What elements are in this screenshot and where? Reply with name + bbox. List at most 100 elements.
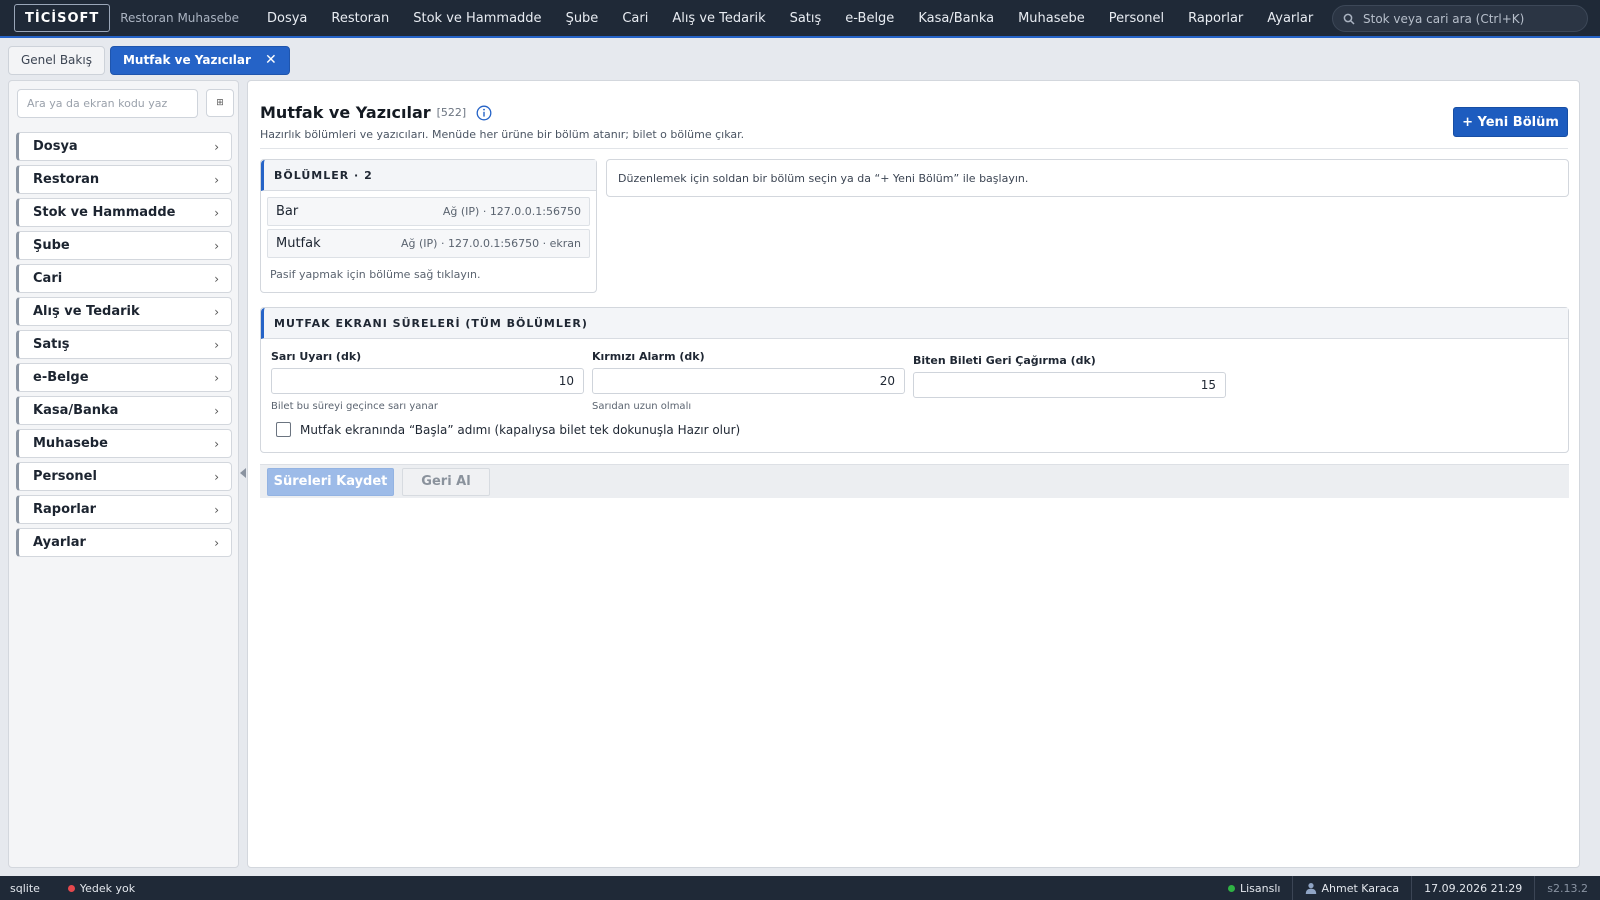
action-bar: Süreleri Kaydet Geri Al	[260, 464, 1569, 498]
user-icon	[1305, 882, 1317, 894]
global-search[interactable]	[1332, 5, 1588, 32]
license-status: Lisanslı	[1216, 876, 1292, 900]
search-icon	[1343, 13, 1355, 25]
chevron-right-icon: ›	[214, 535, 219, 550]
section-meta: Ağ (IP) · 127.0.0.1:56750	[442, 205, 581, 218]
menu-dosya[interactable]: Dosya	[255, 11, 319, 26]
tab-genel-bakis[interactable]: Genel Bakış	[8, 45, 105, 75]
sidebar-menu: Dosya › Restoran › Stok ve Hammadde › Şube ›…	[16, 132, 232, 561]
checkbox-label: Mutfak ekranında “Başla” adımı (kapalıys…	[300, 422, 741, 437]
chevron-right-icon: ›	[214, 337, 219, 352]
start-step-checkbox[interactable]	[276, 422, 291, 437]
sidebar-item-kasa[interactable]: Kasa/Banka ›	[16, 396, 232, 425]
sidebar-item-stok[interactable]: Stok ve Hammadde ›	[16, 198, 232, 227]
field-label: Sarı Uyarı (dk)	[271, 350, 362, 363]
menu-ayarlar[interactable]: Ayarlar	[1255, 11, 1325, 26]
app-logo[interactable]: TİCİSOFT	[14, 4, 111, 32]
sidebar-item-dosya[interactable]: Dosya ›	[16, 132, 232, 161]
sidebar: ⊞ Dosya › Restoran › Stok ve Hammadde › Şub…	[8, 80, 239, 868]
app-version: s2.13.2	[1534, 876, 1600, 900]
field-help: Sarıdan uzun olmalı	[592, 401, 692, 412]
menu-stok[interactable]: Stok ve Hammadde	[401, 11, 553, 26]
sidebar-item-label: Ayarlar	[33, 535, 86, 550]
sidebar-item-label: Personel	[33, 469, 97, 484]
backup-status: Yedek yok	[79, 881, 136, 895]
chevron-right-icon: ›	[214, 304, 219, 319]
screen-code: [522]	[436, 106, 467, 119]
chevron-right-icon: ›	[214, 469, 219, 484]
menu-cari[interactable]: Cari	[610, 11, 660, 26]
menu-satis[interactable]: Satış	[778, 11, 834, 26]
recall-input[interactable]	[913, 372, 1226, 398]
save-times-button[interactable]: Süreleri Kaydet	[267, 467, 394, 496]
chevron-right-icon: ›	[214, 403, 219, 418]
editor-placeholder: Düzenlemek için soldan bir bölüm seçin y…	[606, 159, 1569, 197]
menu-ebelge[interactable]: e-Belge	[833, 11, 906, 26]
sidebar-item-label: Raporlar	[33, 502, 97, 517]
menu-sube[interactable]: Şube	[554, 11, 611, 26]
menu-alis[interactable]: Alış ve Tedarik	[660, 11, 777, 26]
recall-field: Biten Bileti Geri Çağırma (dk)	[913, 354, 1226, 398]
page-title: Mutfak ve Yazıcılar	[260, 103, 431, 122]
sidebar-item-label: Alış ve Tedarik	[33, 304, 140, 319]
yellow-warning-input[interactable]	[271, 368, 584, 394]
page-description: Hazırlık bölümleri ve yazıcıları. Menüde…	[260, 128, 745, 141]
menu-raporlar[interactable]: Raporlar	[1176, 11, 1255, 26]
current-user[interactable]: Ahmet Karaca	[1292, 876, 1411, 900]
sidebar-item-label: e-Belge	[33, 370, 89, 385]
main-menu: Dosya Restoran Stok ve Hammadde Şube Car…	[255, 11, 1325, 26]
version-label: s2.13.2	[1547, 881, 1588, 895]
tab-mutfak-yazicilar[interactable]: Mutfak ve Yazıcılar ✕	[109, 45, 290, 75]
sidebar-item-ebelge[interactable]: e-Belge ›	[16, 363, 232, 392]
datetime: 17.09.2026 21:29	[1411, 876, 1534, 900]
chevron-right-icon: ›	[214, 271, 219, 286]
yellow-warning-field: Sarı Uyarı (dk) Bilet bu süreyi geçince …	[271, 350, 584, 412]
sidebar-item-satis[interactable]: Satış ›	[16, 330, 232, 359]
app-subtitle: Restoran Muhasebe	[120, 11, 239, 25]
page-title-row: Mutfak ve Yazıcılar [522]	[260, 103, 492, 122]
red-alarm-input[interactable]	[592, 368, 905, 394]
sidebar-item-ayarlar[interactable]: Ayarlar ›	[16, 528, 232, 557]
new-section-button[interactable]: + Yeni Bölüm	[1453, 107, 1568, 137]
datetime-label: 17.09.2026 21:29	[1424, 881, 1523, 895]
section-row-bar[interactable]: Bar Ağ (IP) · 127.0.0.1:56750	[267, 197, 590, 226]
grid-icon[interactable]: ⊞	[206, 89, 234, 117]
section-meta: Ağ (IP) · 127.0.0.1:56750 · ekran	[401, 237, 581, 250]
kitchen-times-header: MUTFAK EKRANI SÜRELERİ (TÜM BÖLÜMLER)	[261, 308, 1568, 339]
sidebar-item-raporlar[interactable]: Raporlar ›	[16, 495, 232, 524]
section-name: Mutfak	[276, 236, 321, 251]
info-icon[interactable]	[476, 105, 492, 121]
chevron-right-icon: ›	[214, 238, 219, 253]
menu-muhasebe[interactable]: Muhasebe	[1006, 11, 1097, 26]
sidebar-item-alis[interactable]: Alış ve Tedarik ›	[16, 297, 232, 326]
sidebar-item-personel[interactable]: Personel ›	[16, 462, 232, 491]
status-right: Lisanslı Ahmet Karaca 17.09.2026 21:29 s…	[1216, 876, 1600, 900]
tab-label: Genel Bakış	[21, 53, 92, 67]
sidebar-item-label: Şube	[33, 238, 70, 253]
sidebar-search-input[interactable]	[17, 89, 198, 118]
sidebar-item-cari[interactable]: Cari ›	[16, 264, 232, 293]
sidebar-search-row: ⊞	[17, 89, 234, 118]
menu-personel[interactable]: Personel	[1097, 11, 1176, 26]
chevron-right-icon: ›	[214, 172, 219, 187]
menu-kasa[interactable]: Kasa/Banka	[906, 11, 1006, 26]
db-type: sqlite	[10, 881, 40, 895]
sections-header: BÖLÜMLER · 2	[261, 160, 596, 191]
chevron-right-icon: ›	[214, 370, 219, 385]
global-search-input[interactable]	[1363, 11, 1573, 26]
status-bar: sqlite Yedek yok Lisanslı Ahmet Karaca 1…	[0, 876, 1600, 900]
section-row-mutfak[interactable]: Mutfak Ağ (IP) · 127.0.0.1:56750 · ekran	[267, 229, 590, 258]
sidebar-item-muhasebe[interactable]: Muhasebe ›	[16, 429, 232, 458]
sidebar-item-restoran[interactable]: Restoran ›	[16, 165, 232, 194]
backup-status-dot	[67, 884, 75, 892]
undo-button[interactable]: Geri Al	[402, 467, 490, 496]
red-alarm-field: Kırmızı Alarm (dk) Sarıdan uzun olmalı	[592, 350, 905, 412]
sidebar-item-sube[interactable]: Şube ›	[16, 231, 232, 260]
sidebar-collapse-handle[interactable]	[240, 468, 246, 478]
menu-restoran[interactable]: Restoran	[319, 11, 401, 26]
sidebar-item-label: Dosya	[33, 139, 78, 154]
close-icon[interactable]: ✕	[265, 52, 277, 68]
chevron-right-icon: ›	[214, 139, 219, 154]
start-step-option: Mutfak ekranında “Başla” adımı (kapalıys…	[276, 422, 740, 437]
field-label: Kırmızı Alarm (dk)	[592, 350, 705, 363]
